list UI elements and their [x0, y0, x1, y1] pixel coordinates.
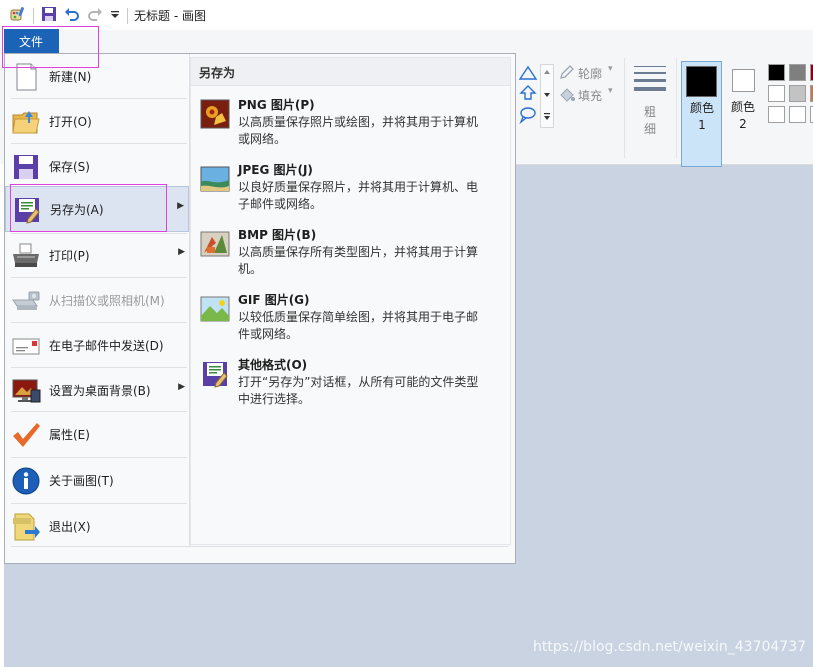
shapes-gallery[interactable]: [517, 64, 539, 125]
window-title: 无标题 - 画图: [134, 9, 206, 23]
color2-swatch: [732, 69, 755, 92]
file-menu-commands: 新建(N) 打开(O) 保存(S) 另存为(A) ▶ 打印(P) ▶ 从扫描仪或…: [5, 54, 189, 546]
save-icon[interactable]: [41, 6, 57, 25]
format-title: GIF 图片(G): [238, 293, 310, 307]
outline-button[interactable]: 轮廓 ▾: [559, 64, 619, 82]
palette-swatch[interactable]: [789, 64, 806, 81]
color1-swatch: [686, 66, 717, 97]
highlight-box-file-tab: [2, 26, 99, 68]
undo-icon[interactable]: [64, 6, 80, 25]
format-title: 其他格式(O): [238, 358, 308, 372]
chevron-down-icon: ▾: [608, 64, 613, 74]
printer-icon: [13, 243, 39, 267]
menu-item-email[interactable]: 在电子邮件中发送(D): [5, 323, 189, 367]
menu-item-label: 打开(O): [49, 115, 92, 129]
color2-label: 颜色 2: [730, 100, 755, 131]
format-jpeg[interactable]: JPEG 图片(J) 以良好质量保存照片，并将其用于计算机、电子邮件或网络。: [191, 157, 510, 221]
format-title: BMP 图片(B): [238, 228, 317, 242]
format-png[interactable]: PNG 图片(P) 以高质量保存照片或绘图，并将其用于计算机或网络。: [191, 92, 510, 156]
thickness-label: 粗细: [643, 105, 656, 136]
shapes-scroll[interactable]: [540, 64, 554, 128]
menu-item-exit[interactable]: 退出(X): [5, 504, 189, 548]
paint-app-icon[interactable]: [10, 6, 26, 25]
format-description: 以高质量保存照片或绘图，并将其用于计算机或网络。: [238, 115, 479, 146]
save-icon: [14, 155, 38, 179]
menu-item-about[interactable]: 关于画图(T): [5, 458, 189, 502]
submenu-title: 另存为: [199, 66, 236, 80]
menu-item-label: 属性(E): [49, 428, 90, 442]
gif-icon: [200, 296, 230, 322]
fill-button[interactable]: 填充 ▾: [559, 86, 619, 104]
menu-item-label: 打印(P): [49, 249, 90, 263]
format-description: 以较低质量保存简单绘图，并将其用于电子邮件或网络。: [238, 310, 479, 341]
palette-swatch[interactable]: [768, 64, 785, 81]
title-bar: 无标题 - 画图: [0, 0, 813, 30]
format-description: 以高质量保存所有类型图片，并将其用于计算机。: [238, 245, 479, 276]
palette-swatch[interactable]: [789, 106, 806, 123]
menu-item-label: 设置为桌面背景(B): [49, 384, 151, 398]
exit-icon: [13, 513, 40, 541]
menu-item-label: 关于画图(T): [49, 474, 114, 488]
menu-item-properties[interactable]: 属性(E): [5, 412, 189, 456]
format-other[interactable]: 其他格式(O) 打开“另存为”对话框，从所有可能的文件类型中进行选择。: [191, 352, 510, 416]
chevron-right-icon: ▶: [178, 247, 185, 257]
menu-item-label: 退出(X): [49, 520, 91, 534]
menu-item-open[interactable]: 打开(O): [5, 99, 189, 143]
quick-access-toolbar: [10, 6, 128, 25]
menu-item-label: 新建(N): [49, 70, 92, 84]
menu-item-desktop-background[interactable]: 设置为桌面背景(B) ▶: [5, 368, 189, 412]
qat-divider: [127, 7, 128, 24]
palette-swatch[interactable]: [768, 106, 785, 123]
menu-item-label: 保存(S): [49, 160, 90, 174]
menu-item-print[interactable]: 打印(P) ▶: [5, 233, 189, 277]
other-formats-icon: [203, 362, 228, 388]
open-folder-icon: [12, 111, 40, 134]
file-menu: 新建(N) 打开(O) 保存(S) 另存为(A) ▶ 打印(P) ▶ 从扫描仪或…: [4, 53, 516, 564]
menu-bottom-divider: [11, 546, 509, 547]
menu-item-save[interactable]: 保存(S): [5, 144, 189, 188]
desktop-background-icon: [12, 379, 41, 403]
format-description: 以良好质量保存照片，并将其用于计算机、电子邮件或网络。: [238, 180, 479, 211]
email-icon: [12, 338, 40, 355]
format-gif[interactable]: GIF 图片(G) 以较低质量保存简单绘图，并将其用于电子邮件或网络。: [191, 287, 510, 351]
redo-icon[interactable]: [87, 6, 103, 25]
outline-label: 轮廓: [578, 67, 603, 81]
scanner-icon: [12, 291, 40, 310]
qat-divider: [33, 7, 34, 24]
save-as-submenu: 另存为 PNG 图片(P) 以高质量保存照片或绘图，并将其用于计算机或网络。 J…: [190, 57, 511, 545]
chevron-right-icon: ▶: [178, 382, 185, 392]
thickness-button[interactable]: 粗细: [632, 64, 668, 136]
format-title: JPEG 图片(J): [238, 163, 313, 177]
color1-button[interactable]: 颜色 1: [681, 61, 722, 167]
menu-item-label: 在电子邮件中发送(D): [49, 339, 164, 353]
menu-item-scanner[interactable]: 从扫描仪或照相机(M): [5, 278, 189, 322]
checkmark-icon: [13, 423, 40, 447]
watermark: https://blog.csdn.net/weixin_43704737: [533, 639, 807, 655]
format-description: 打开“另存为”对话框，从所有可能的文件类型中进行选择。: [238, 375, 479, 406]
chevron-right-icon: ▶: [177, 201, 184, 211]
fill-label: 填充: [578, 89, 603, 103]
menu-item-label: 从扫描仪或照相机(M): [49, 294, 165, 308]
submenu-header: 另存为: [191, 58, 510, 86]
format-bmp[interactable]: BMP 图片(B) 以高质量保存所有类型图片，并将其用于计算机。: [191, 222, 510, 286]
palette-swatch[interactable]: [789, 85, 806, 102]
palette-swatch[interactable]: [768, 85, 785, 102]
highlight-box-save-as: [10, 184, 167, 232]
jpeg-icon: [200, 166, 230, 192]
customize-qat-icon[interactable]: [110, 8, 120, 23]
color2-button[interactable]: 颜色 2: [726, 61, 762, 167]
info-icon: [12, 467, 40, 495]
chevron-down-icon: ▾: [608, 86, 613, 96]
color1-label: 颜色 1: [689, 101, 714, 132]
bmp-icon: [200, 231, 230, 257]
png-icon: [200, 99, 230, 129]
format-title: PNG 图片(P): [238, 98, 315, 112]
